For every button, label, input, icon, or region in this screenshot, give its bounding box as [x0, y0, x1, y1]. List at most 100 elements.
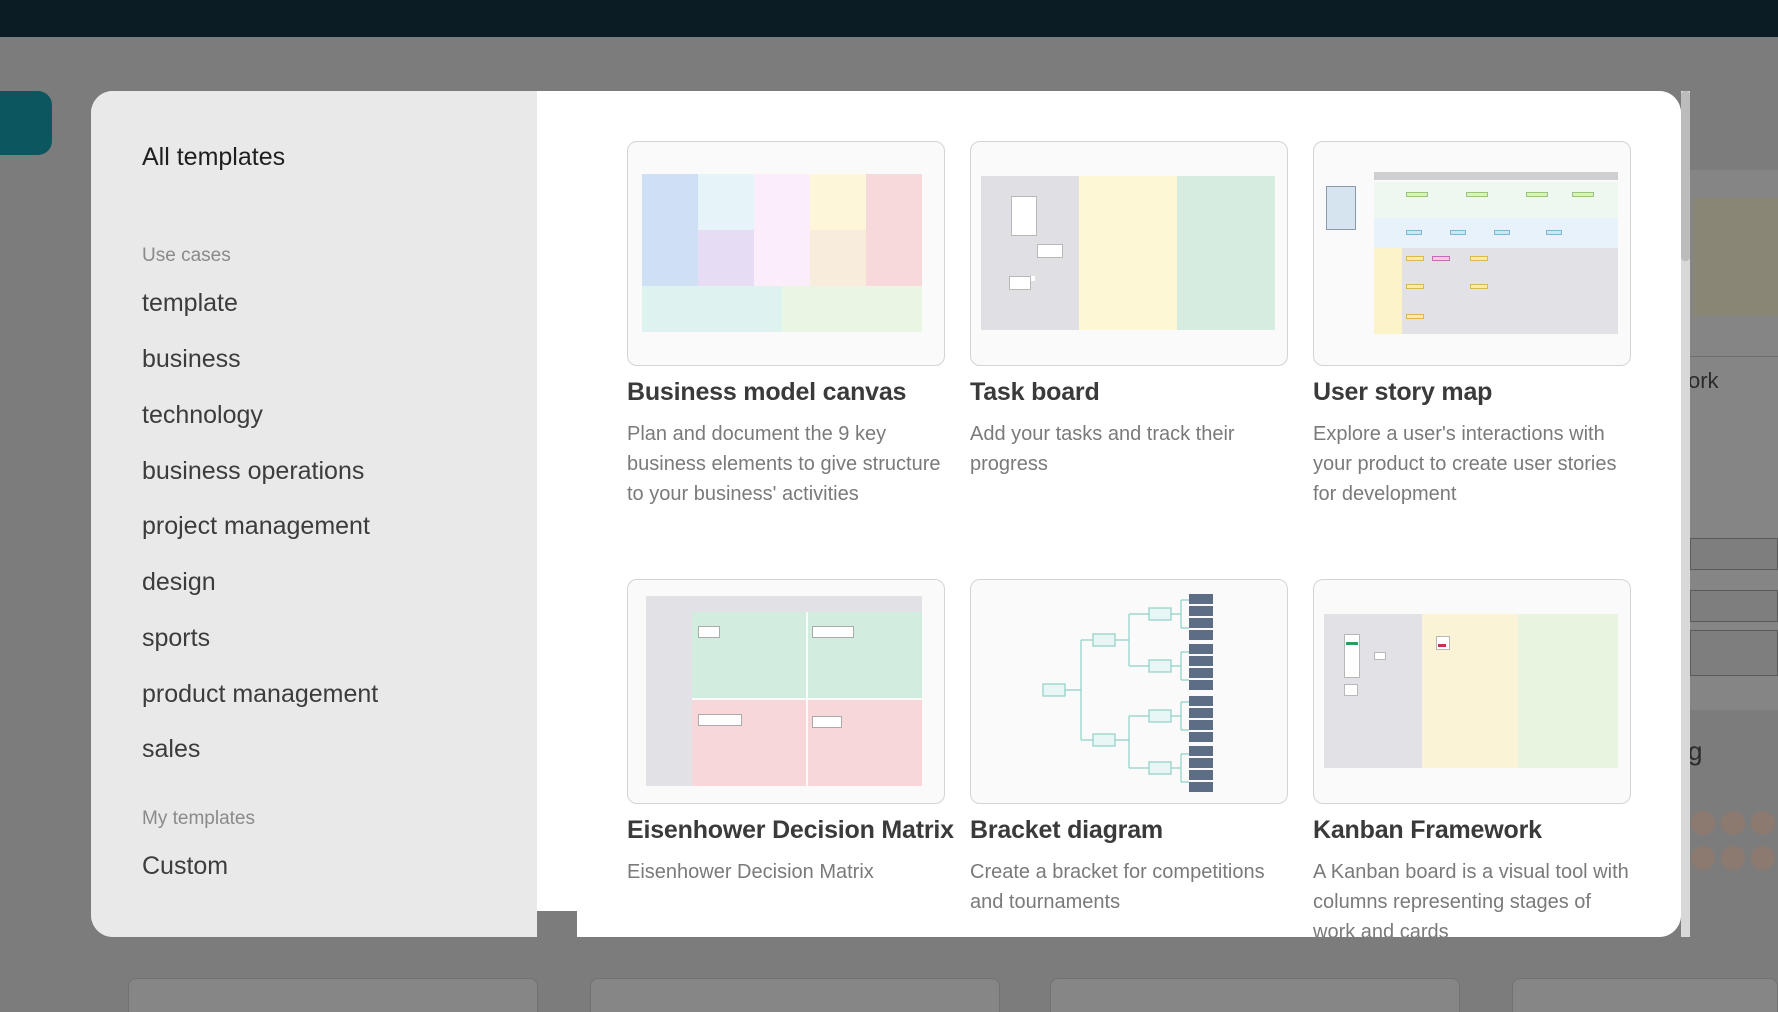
thumbnail-block: [642, 174, 698, 286]
background-divider: [1688, 356, 1778, 357]
thumbnail-note: [812, 626, 854, 638]
template-thumbnail[interactable]: [970, 579, 1288, 804]
category-sports[interactable]: sports: [142, 624, 210, 653]
scrollbar-thumb[interactable]: [1681, 91, 1690, 261]
template-title: Bracket diagram: [970, 816, 1163, 844]
background-board-card: [1512, 978, 1778, 1012]
thumbnail-note: [698, 626, 720, 638]
background-note: [1690, 630, 1778, 676]
category-custom[interactable]: Custom: [142, 852, 228, 881]
template-thumbnail[interactable]: [627, 141, 945, 366]
avatar: [1691, 846, 1715, 870]
thumbnail-note: [1432, 256, 1450, 261]
template-description: Plan and document the 9 key business ele…: [627, 423, 941, 505]
thumbnail-note: [1470, 284, 1488, 289]
background-note: [1690, 538, 1778, 570]
background-board-card: [590, 978, 1000, 1012]
template-title: Eisenhower Decision Matrix: [627, 816, 954, 844]
background-partial-title: ork: [1688, 368, 1719, 393]
thumbnail-block: [782, 286, 922, 332]
template-card-bracket-diagram[interactable]: Bracket diagram Create a bracket for com…: [970, 579, 1288, 917]
category-project-management[interactable]: project management: [142, 512, 370, 541]
bracket-thumbnail-drawing: [1042, 594, 1213, 792]
template-card-user-story-map[interactable]: User story map Explore a user's interact…: [1313, 141, 1631, 509]
thumbnail-block: [754, 174, 810, 286]
thumbnail-column: [1518, 614, 1618, 768]
template-title: Task board: [970, 378, 1100, 406]
template-description: Eisenhower Decision Matrix: [627, 861, 874, 883]
category-technology[interactable]: technology: [142, 401, 263, 430]
thumbnail-note: [1470, 256, 1488, 261]
template-card-business-model-canvas[interactable]: Business model canvas Plan and document …: [627, 141, 945, 509]
thumbnail-note: [1466, 192, 1488, 197]
thumbnail-card: [1374, 652, 1386, 660]
thumbnail-quadrant: [692, 700, 806, 786]
template-description: Explore a user's interactions with your …: [1313, 423, 1617, 505]
thumbnail-note: [1526, 192, 1548, 197]
background-board-thumbnail: [1693, 198, 1778, 316]
template-thumbnail[interactable]: [1313, 579, 1631, 804]
thumbnail-header: [1374, 172, 1618, 180]
thumbnail-note: [1450, 230, 1466, 235]
all-templates-heading[interactable]: All templates: [142, 143, 285, 172]
thumbnail-persona: [1326, 186, 1356, 230]
thumbnail-block: [698, 230, 754, 286]
thumbnail-block: [810, 230, 866, 286]
modal-corner-gap: [537, 911, 577, 937]
background-avatars: [1688, 808, 1778, 878]
thumbnail-tag: [1438, 644, 1446, 647]
avatar: [1691, 811, 1715, 835]
template-thumbnail[interactable]: [627, 579, 945, 804]
my-templates-label: My templates: [142, 808, 255, 829]
template-thumbnail[interactable]: [970, 141, 1288, 366]
thumbnail-label-row: [692, 596, 922, 612]
category-sales[interactable]: sales: [142, 735, 200, 764]
template-card-kanban-framework[interactable]: Kanban Framework A Kanban board is a vis…: [1313, 579, 1631, 937]
template-description: Create a bracket for competitions and to…: [970, 861, 1265, 913]
thumbnail-column: [1079, 176, 1177, 330]
thumbnail-block: [698, 174, 754, 230]
category-template[interactable]: template: [142, 289, 238, 318]
thumbnail-quadrant: [808, 612, 922, 698]
category-design[interactable]: design: [142, 568, 216, 597]
template-thumbnail[interactable]: [1313, 141, 1631, 366]
thumbnail-note: [1494, 230, 1510, 235]
app-top-bar: [0, 0, 1778, 37]
thumbnail-note: [1406, 284, 1424, 289]
thumbnail-note: [1406, 256, 1424, 261]
thumbnail-column: [1324, 614, 1422, 768]
template-card-eisenhower-decision-matrix[interactable]: Eisenhower Decision Matrix Eisenhower De…: [627, 579, 954, 887]
template-description: A Kanban board is a visual tool with col…: [1313, 861, 1629, 937]
thumbnail-label-column: [646, 596, 692, 786]
category-product-management[interactable]: product management: [142, 680, 378, 709]
thumbnail-note: [1572, 192, 1594, 197]
thumbnail-card: [1436, 636, 1450, 650]
thumbnail-card: [1344, 634, 1360, 678]
thumbnail-block: [866, 174, 922, 286]
avatar: [1751, 811, 1775, 835]
template-title: User story map: [1313, 378, 1493, 406]
avatar: [1751, 846, 1775, 870]
templates-modal: All templates Use cases template busines…: [91, 91, 1681, 937]
thumbnail-block: [810, 174, 866, 230]
avatar: [1721, 811, 1745, 835]
thumbnail-note: [812, 716, 842, 728]
thumbnail-row: [1374, 248, 1402, 334]
use-cases-label: Use cases: [142, 245, 231, 266]
templates-scrollbar[interactable]: [1681, 91, 1690, 937]
template-title: Business model canvas: [627, 378, 907, 406]
template-description: Add your tasks and track their progress: [970, 423, 1235, 475]
thumbnail-note: [698, 714, 742, 726]
background-partial-heading: g: [1688, 736, 1703, 766]
background-new-button: [0, 91, 52, 155]
thumbnail-note: [1546, 230, 1562, 235]
thumbnail-quadrant: [808, 700, 922, 786]
thumbnail-note: [1406, 230, 1422, 235]
templates-grid: Business model canvas Plan and document …: [537, 91, 1681, 937]
thumbnail-note: [1406, 192, 1428, 197]
category-business-operations[interactable]: business operations: [142, 457, 364, 486]
template-card-task-board[interactable]: Task board Add your tasks and track thei…: [970, 141, 1288, 479]
background-note: [1690, 590, 1778, 622]
category-business[interactable]: business: [142, 345, 241, 374]
template-title: Kanban Framework: [1313, 816, 1542, 844]
